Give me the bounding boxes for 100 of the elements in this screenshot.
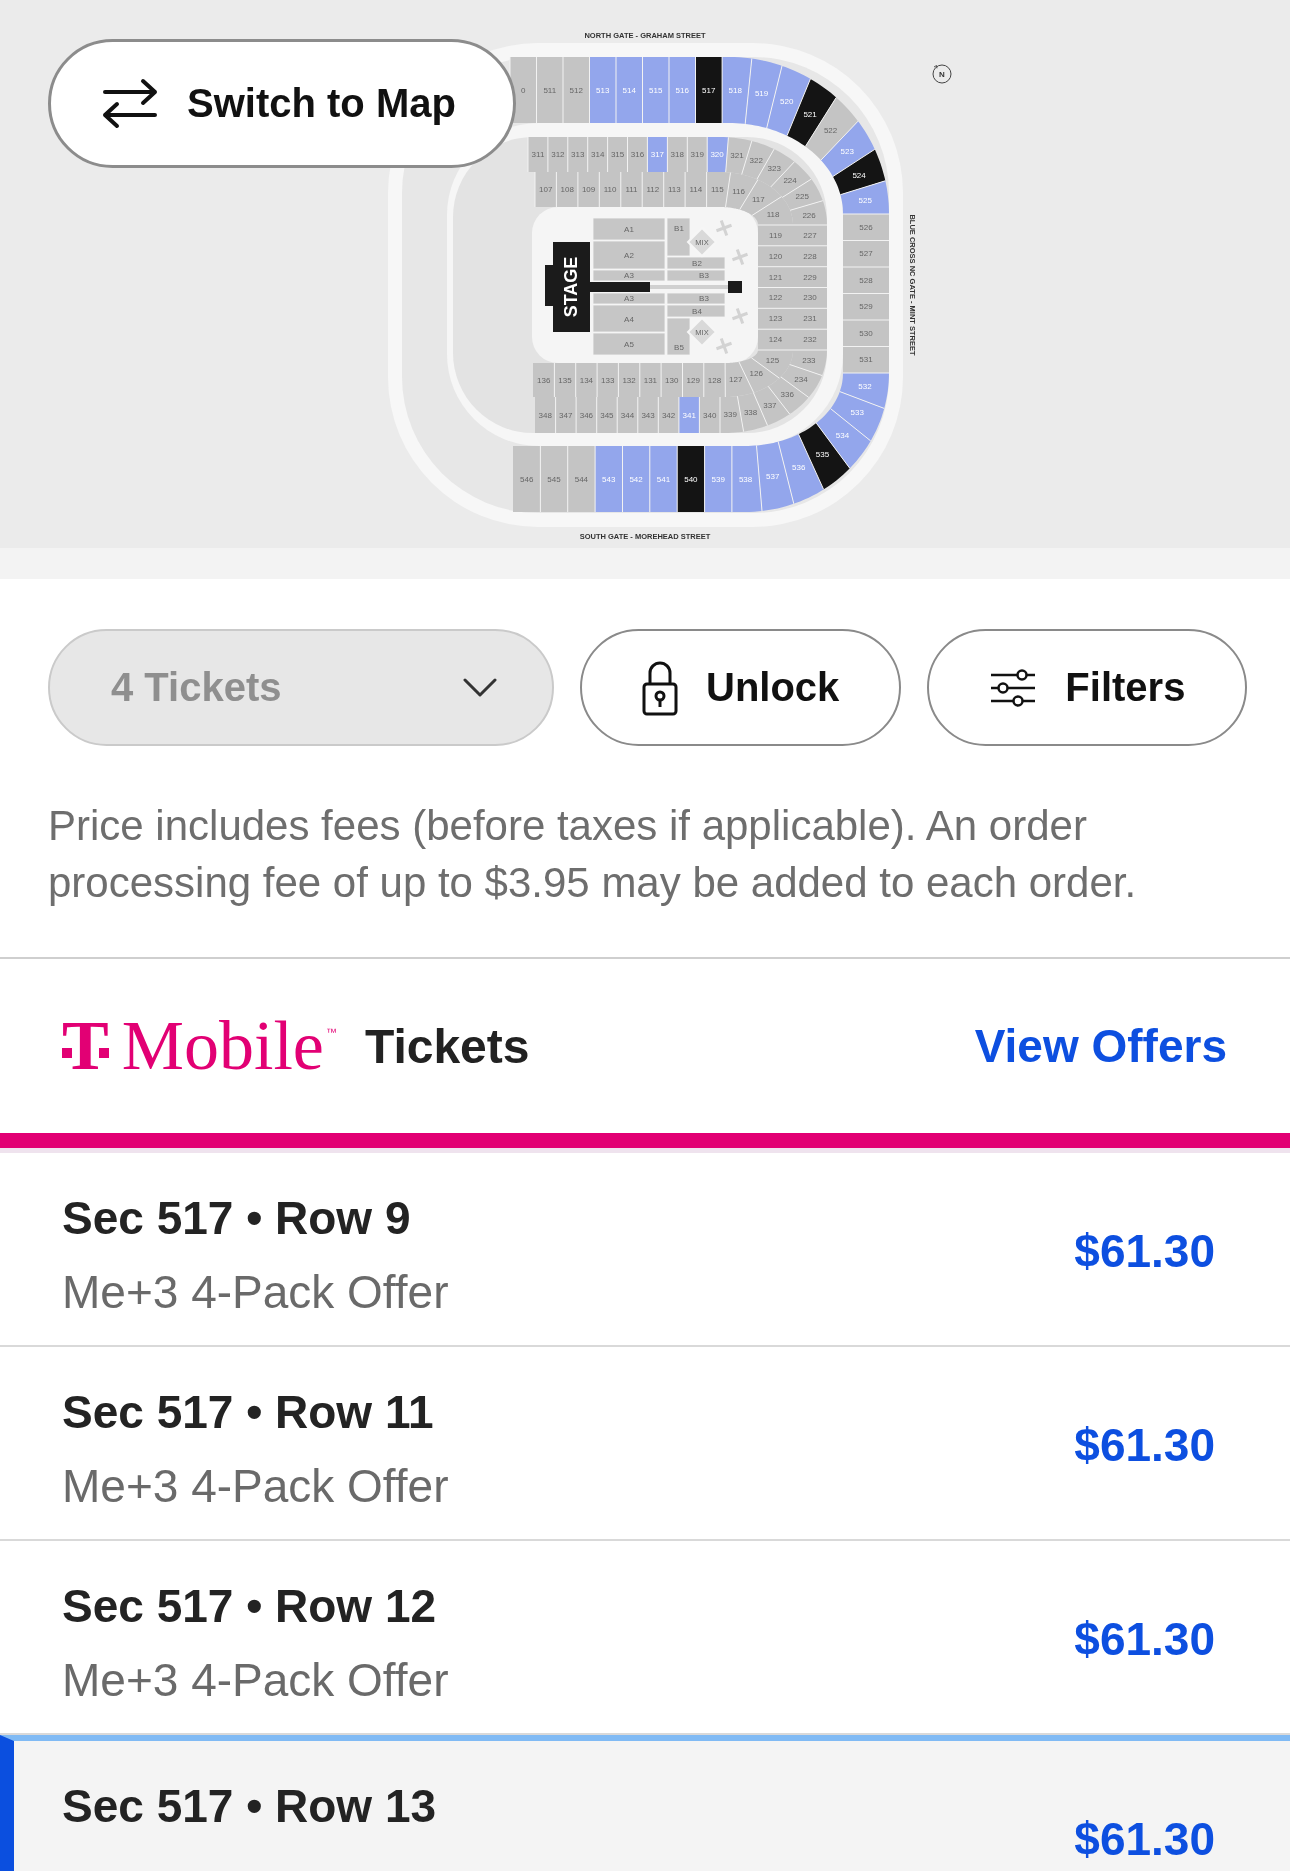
section-number: 518 [728,85,742,95]
section-number: 129 [686,375,700,385]
section-number: 314 [591,150,605,159]
seat-section[interactable] [816,408,871,469]
section-number: 112 [646,185,660,194]
section-number: 119 [769,230,782,240]
ticket-listing[interactable]: Sec 517 • Row 13 $61.30 [0,1735,1290,1871]
seat-section[interactable] [805,97,858,161]
section-number: 108 [560,185,574,194]
section-number: 126 [749,369,763,378]
platform-block [728,281,742,293]
section-number: 113 [668,185,681,194]
section-number: 320 [710,150,724,159]
section-number: 526 [859,222,873,232]
floor-section[interactable]: A3 [592,292,666,305]
seat-section[interactable] [840,180,889,214]
view-offers-link[interactable]: View Offers [974,1019,1227,1073]
fee-disclaimer: Price includes fees (before taxes if applicable). An order processing fee of up to $3.95 may be added to each order. [48,801,1138,908]
seat-section[interactable] [820,121,875,177]
floor-section[interactable]: A4 [592,304,666,333]
floor-section[interactable]: B4 [666,304,726,318]
switch-to-map-button[interactable]: Switch to Map [48,39,516,168]
chevron-down-icon [463,678,497,697]
section-number: 339 [723,410,737,420]
listing-offer: Me+3 4-Pack Offer [62,1459,449,1514]
listing-seat: Sec 517 • Row 11 [62,1384,449,1440]
floor-section[interactable]: A5 [592,332,666,356]
section-number: 231 [803,314,817,324]
section-number: 232 [803,335,817,345]
section-number: 120 [768,251,783,261]
section-number: 512 [569,85,583,95]
cross-mark-icon [731,248,749,266]
listing-price: $61.30 [1074,1418,1215,1473]
seat-section[interactable] [677,446,705,512]
section-number: 227 [803,230,817,240]
section-number: 348 [538,410,552,420]
section-number: 234 [794,374,808,384]
section-number: 529 [859,302,873,312]
listing-price: $61.30 [1074,1812,1215,1867]
filters-button[interactable]: Filters [927,629,1248,746]
section-number: 546 [520,474,534,484]
section-number: 136 [537,375,551,385]
section-number: 134 [579,375,594,385]
section-number: 124 [768,335,783,345]
section-number: 135 [558,375,572,385]
seat-section[interactable] [832,149,886,195]
padlock-icon [642,659,678,716]
compass: N [932,64,952,84]
section-number: 543 [602,474,616,484]
listing-seat: Sec 517 • Row 9 [62,1190,449,1246]
floor-section[interactable]: A2 [592,240,666,270]
listing-seat: Sec 517 • Row 12 [62,1578,449,1634]
section-number: 521 [803,109,817,119]
section-number: 345 [600,410,614,420]
section-number: 111 [625,185,638,194]
section-number: 337 [763,400,777,410]
unlock-button[interactable]: Unlock [580,629,902,746]
section-number: 315 [610,150,625,159]
floor-section[interactable]: A3 [592,269,666,282]
section-number: 228 [803,251,817,261]
section-number: 523 [840,146,854,156]
floor-section[interactable]: B1 [666,217,691,257]
section-number: 131 [643,375,658,385]
section-number: 347 [559,410,573,420]
floor-section[interactable]: B3 [666,269,726,282]
section-title: Tickets [364,1018,530,1074]
section-number: 338 [743,407,758,417]
section-number: 128 [707,375,722,385]
section-number: 537 [766,471,780,481]
section-number: 517 [702,85,716,95]
section-number: 0 [521,85,526,95]
floor-section[interactable]: B5 [666,317,691,356]
section-number: 539 [711,474,725,484]
section-number: 341 [682,410,696,420]
brand-logo: T Mobile™ [62,1011,337,1081]
sliders-icon [989,667,1038,708]
section-number: 230 [803,293,817,303]
section-number: 538 [738,474,753,484]
section-number: 520 [780,97,794,107]
floor-section[interactable]: A1 [592,217,666,241]
section-number: 225 [795,192,809,201]
section-number: 132 [622,375,636,385]
section-number: 519 [754,89,769,99]
section-number: 533 [850,408,864,418]
section-number: 344 [620,410,635,420]
section-number: 125 [765,355,780,365]
cross-mark-icon [715,337,733,355]
section-number: 319 [690,150,704,159]
section-number: 534 [835,431,850,441]
section-number: 224 [783,176,797,186]
floor-section[interactable]: B2 [666,256,726,270]
section-number: 542 [629,474,643,484]
section-number: 515 [649,85,663,95]
section-number: 127 [729,374,743,384]
section-number: 536 [792,463,806,473]
section-number: 340 [703,410,717,420]
listing-offer: Me+3 4-Pack Offer [62,1653,449,1708]
section-number: 540 [684,474,698,484]
section-number: 530 [859,328,873,338]
floor-section[interactable]: B3 [666,292,726,305]
